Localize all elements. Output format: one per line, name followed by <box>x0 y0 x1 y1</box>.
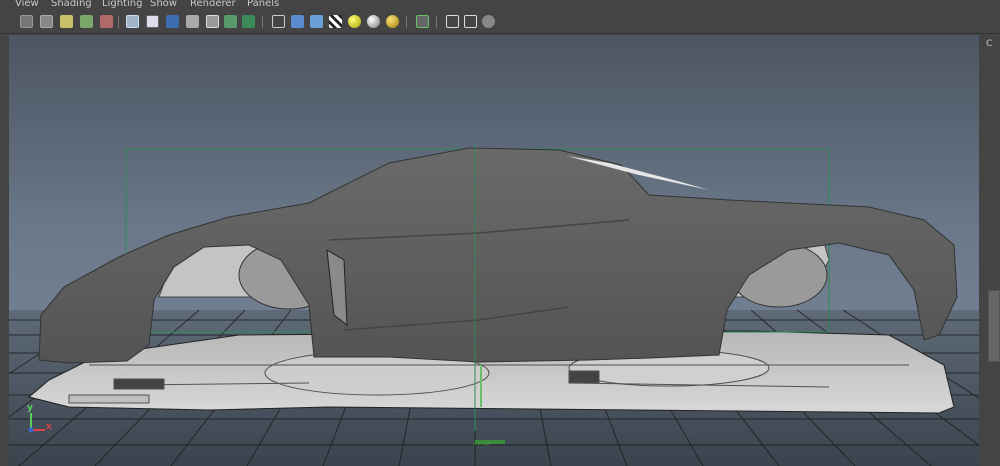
viewport-scene <box>9 145 979 466</box>
menu-show[interactable]: Show <box>150 0 177 9</box>
toolbar-separator <box>406 16 407 28</box>
text-icon[interactable] <box>242 15 255 28</box>
cube-smooth-icon[interactable] <box>291 15 304 28</box>
light-sphere-icon[interactable] <box>348 15 361 28</box>
xray-icon[interactable] <box>206 15 219 28</box>
menu-panels[interactable]: Panels <box>247 0 279 9</box>
menu-lighting[interactable]: Lighting <box>102 0 142 9</box>
flat-shade-icon[interactable] <box>186 15 199 28</box>
viewport-toolbar <box>0 12 1000 34</box>
checker-icon[interactable] <box>329 15 342 28</box>
right-side-panel: C <box>980 35 1000 466</box>
right-panel-label: C <box>986 39 993 49</box>
3d-viewport[interactable]: y x persp <box>9 35 979 466</box>
grid-toggle-icon[interactable] <box>146 15 159 28</box>
toolbar-separator <box>436 16 437 28</box>
right-panel-scroll-thumb[interactable] <box>988 290 1000 362</box>
select-camera-icon[interactable] <box>20 15 33 28</box>
image-plane-icon[interactable] <box>80 15 93 28</box>
viewport-menu-bar: View Shading Lighting Show Renderer Pane… <box>0 0 1000 12</box>
double-cube-icon[interactable] <box>464 15 477 28</box>
left-gutter <box>0 35 9 466</box>
textured-icon[interactable] <box>224 15 237 28</box>
cube-wire-icon[interactable] <box>272 15 285 28</box>
gray-sphere-icon[interactable] <box>367 15 380 28</box>
axis-x-label: x <box>46 422 52 432</box>
cube-shaded-icon[interactable] <box>310 15 323 28</box>
axis-y-label: y <box>27 403 33 413</box>
film-gate-icon[interactable] <box>100 15 113 28</box>
menu-shading[interactable]: Shading <box>51 0 92 9</box>
camera-name-label: persp <box>473 440 490 447</box>
menu-view[interactable]: View <box>15 0 39 9</box>
bookmarks-icon[interactable] <box>60 15 73 28</box>
menu-renderer[interactable]: Renderer <box>190 0 236 9</box>
share-icon[interactable] <box>482 15 495 28</box>
camera-attributes-icon[interactable] <box>40 15 53 28</box>
smooth-shade-icon[interactable] <box>166 15 179 28</box>
toolbar-separator <box>118 16 119 28</box>
cube-icon[interactable] <box>446 15 459 28</box>
toolbar-separator <box>262 16 263 28</box>
gold-sphere-icon[interactable] <box>386 15 399 28</box>
isolate-select-icon[interactable] <box>416 15 429 28</box>
wireframe-icon[interactable] <box>126 15 139 28</box>
